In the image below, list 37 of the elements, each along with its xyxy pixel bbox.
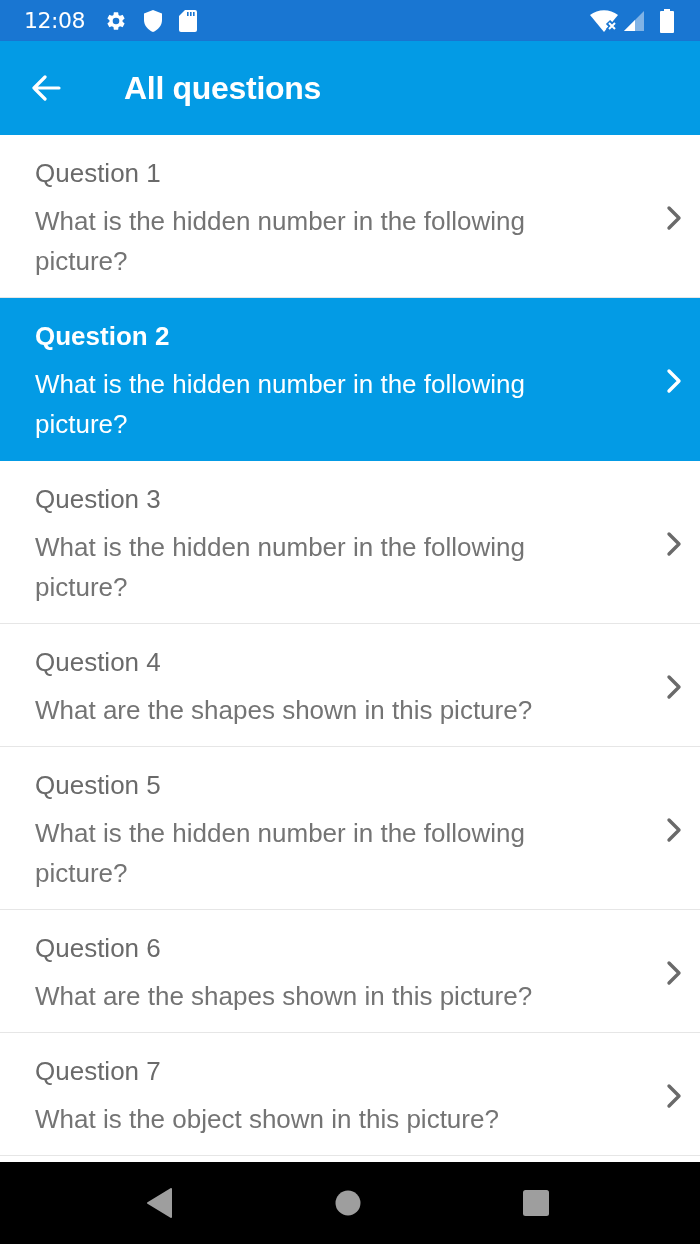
chevron-right-icon (666, 817, 682, 843)
question-text: What is the hidden number in the following picture? (35, 368, 526, 441)
question-text: What is the hidden number in the following picture? (35, 205, 526, 278)
screen-title: All questions (124, 69, 321, 107)
chevron-right-icon (666, 205, 682, 231)
question-title: Question 5 (35, 769, 162, 802)
back-button[interactable] (30, 72, 62, 104)
signal-icon (624, 10, 644, 31)
question-title: Question 6 (35, 932, 162, 965)
square-recents-icon (523, 1190, 549, 1216)
gear-icon (104, 9, 127, 32)
question-text: What is the hidden number in the following picture? (35, 817, 526, 890)
triangle-back-icon (147, 1188, 173, 1218)
chevron-right-icon (666, 960, 682, 986)
chevron-right-icon (666, 1083, 682, 1109)
battery-icon (660, 8, 674, 33)
circle-home-icon (335, 1190, 361, 1216)
question-text: What is the hidden number in the following picture? (35, 531, 526, 604)
nav-back-button[interactable] (147, 1188, 173, 1218)
question-title: Question 2 (35, 320, 171, 353)
question-title: Question 1 (35, 157, 162, 190)
question-text: What are the shapes shown in this picture? (35, 980, 534, 1013)
question-item[interactable]: Question 2 What is the hidden number in the following picture? (0, 298, 700, 461)
shield-icon (142, 9, 163, 32)
sd-card-icon (178, 9, 197, 32)
nav-home-button[interactable] (335, 1190, 361, 1216)
wifi-off-icon (590, 9, 618, 32)
chevron-right-icon (666, 531, 682, 557)
question-text: What is the object shown in this picture? (35, 1103, 500, 1136)
question-title: Question 4 (35, 646, 162, 679)
question-title: Question 3 (35, 483, 162, 516)
question-title: Question 7 (35, 1055, 162, 1088)
back-arrow-icon (31, 75, 61, 101)
status-time: 12:08 (24, 8, 85, 33)
question-text: What are the shapes shown in this picture? (35, 694, 534, 727)
chevron-right-icon (666, 368, 682, 394)
chevron-right-icon (666, 674, 682, 700)
